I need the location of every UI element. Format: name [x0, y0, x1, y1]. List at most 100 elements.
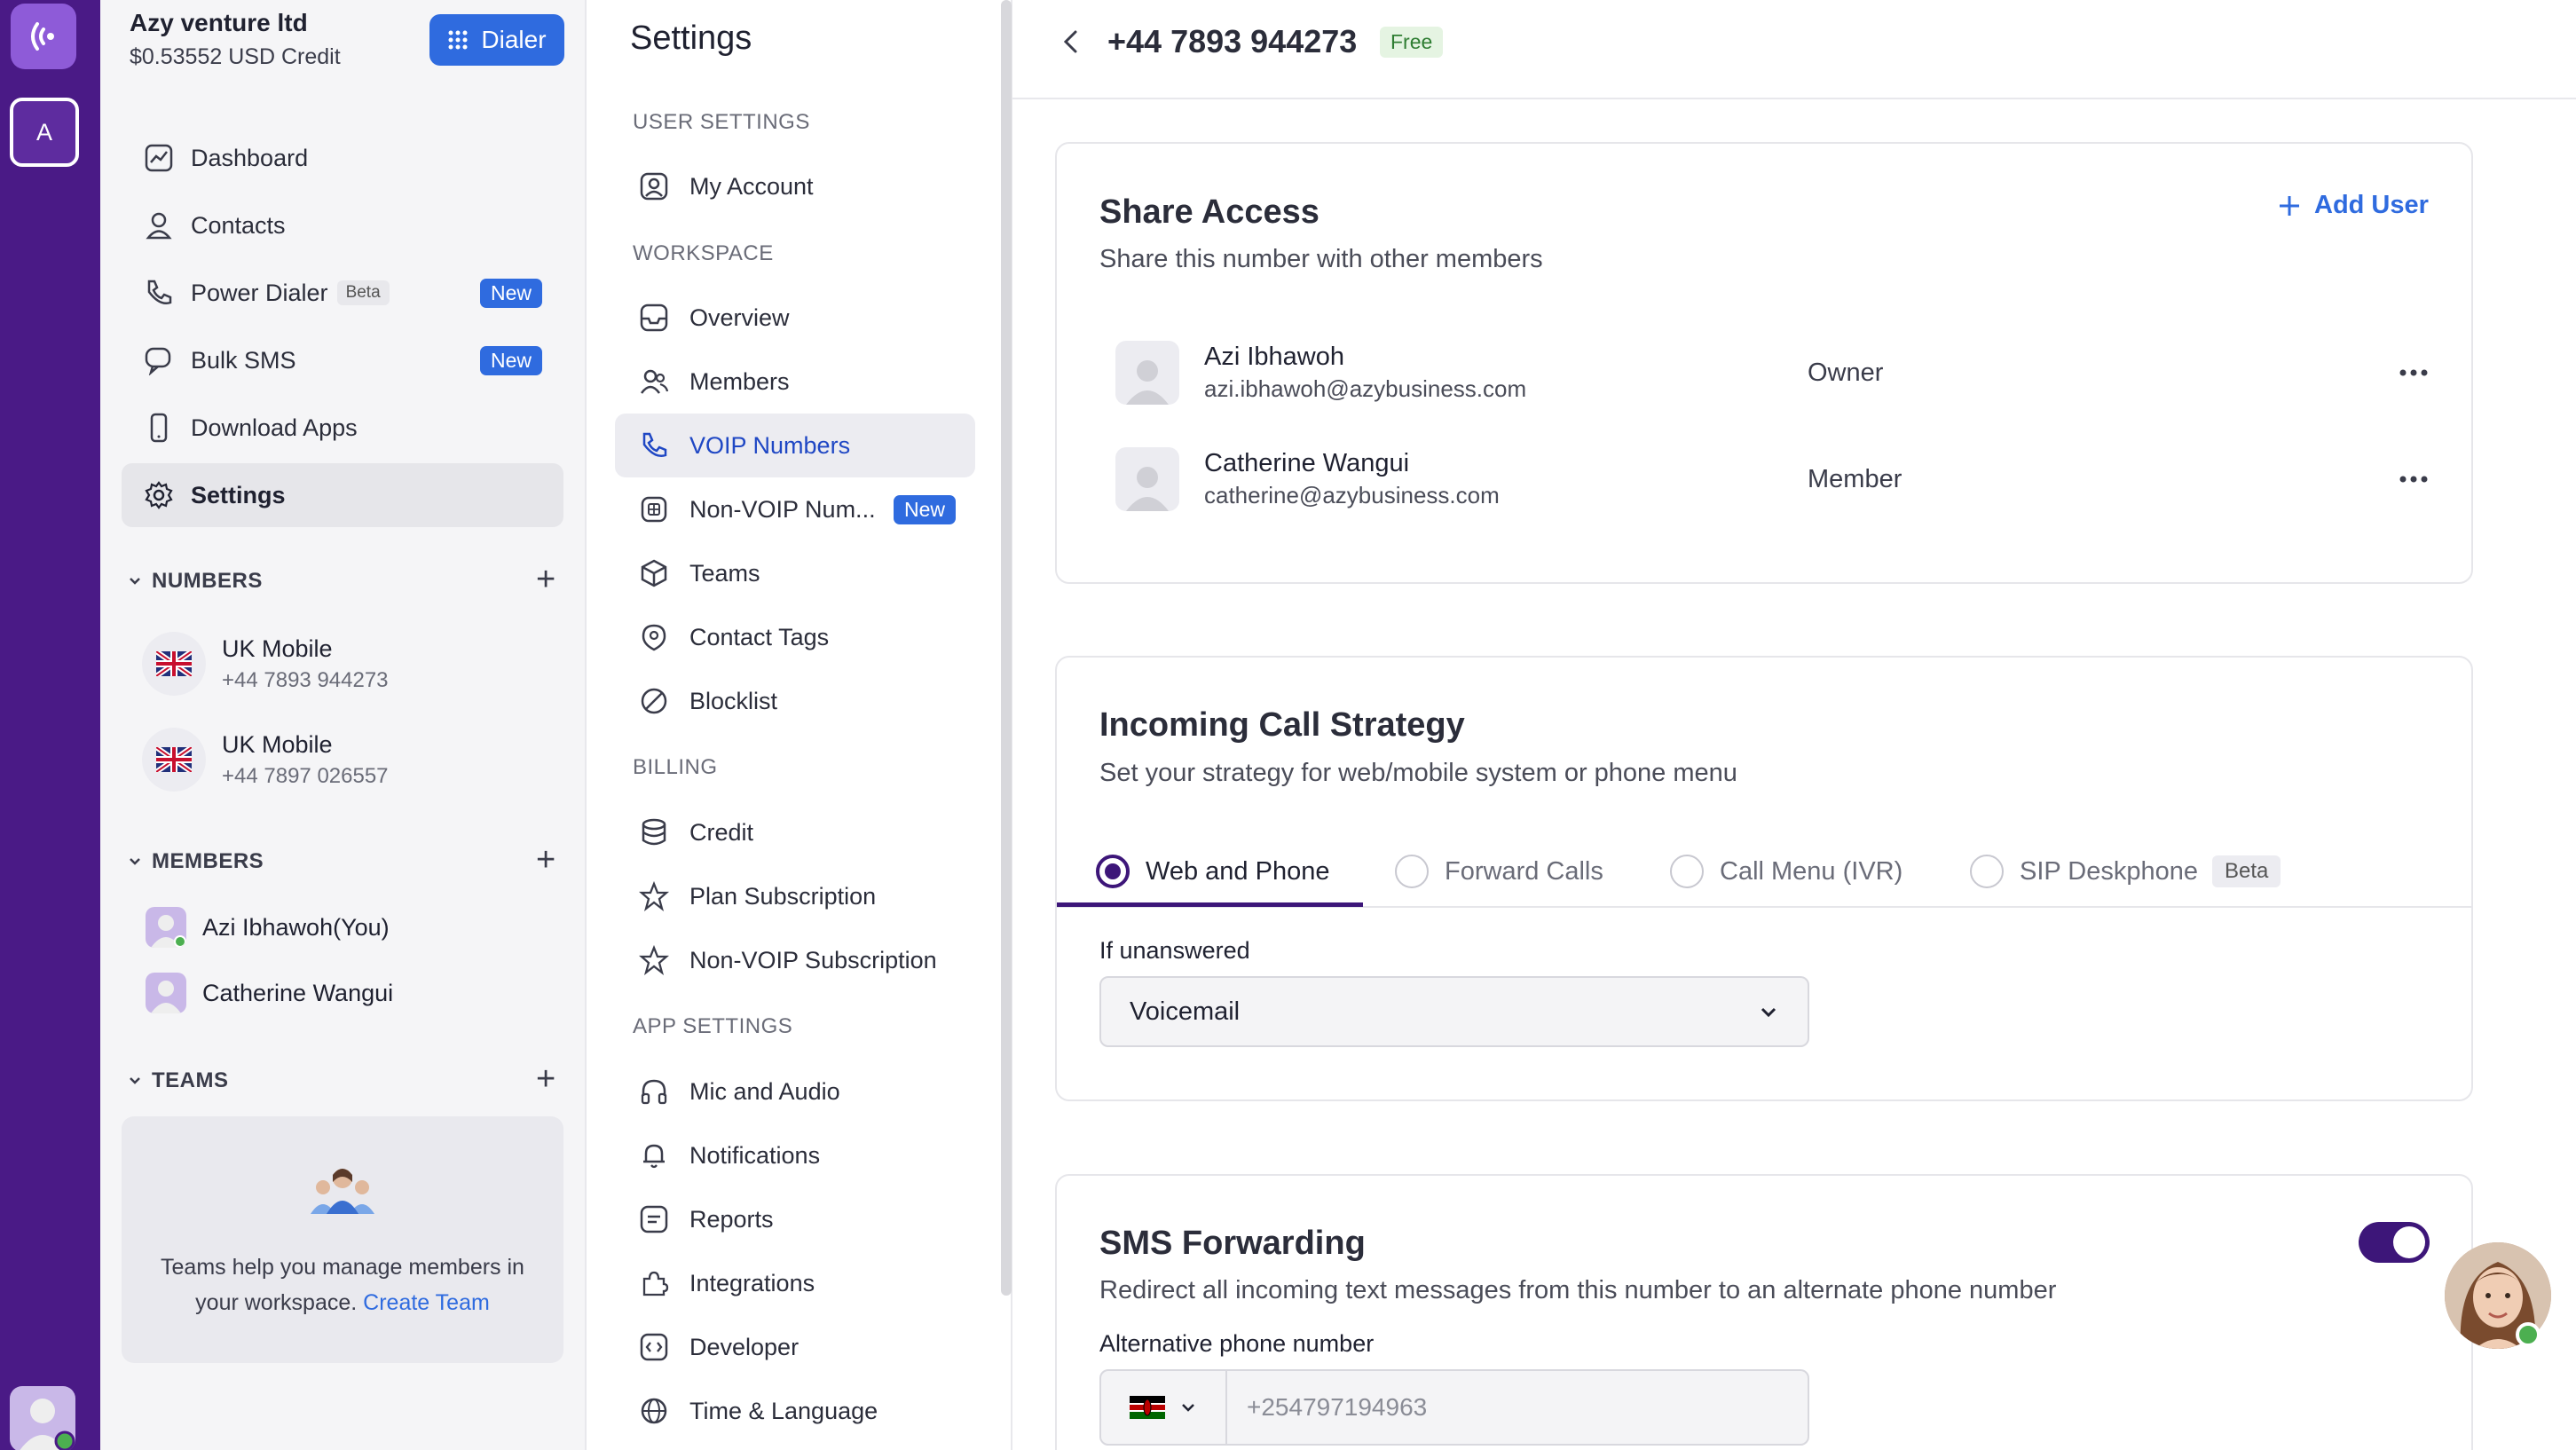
alt-phone-field[interactable]	[1227, 1371, 1808, 1444]
gear-icon	[143, 479, 175, 511]
settings-scrollbar[interactable]	[1001, 0, 1012, 1296]
uk-flag-icon	[142, 728, 206, 792]
number-title: UK Mobile	[222, 634, 333, 662]
nav-dashboard[interactable]: Dashboard	[122, 126, 563, 190]
settings-plan-subscription[interactable]: Plan Subscription	[615, 864, 975, 928]
shared-user-row: Catherine Wangui catherine@azybusiness.co…	[1115, 444, 2429, 515]
user-avatar[interactable]	[10, 1386, 75, 1450]
numbers-section-toggle[interactable]: NUMBERS	[127, 569, 263, 594]
app-logo[interactable]	[11, 4, 76, 69]
star-icon	[638, 944, 670, 976]
beta-badge: Beta	[2212, 855, 2281, 887]
nav-download-apps[interactable]: Download Apps	[122, 396, 563, 460]
country-code-select[interactable]	[1101, 1371, 1227, 1444]
members-section-toggle[interactable]: MEMBERS	[127, 849, 264, 874]
settings-contact-tags[interactable]: Contact Tags	[615, 605, 975, 669]
phone-number-title: +44 7893 944273	[1107, 23, 1358, 59]
add-number-button[interactable]: +	[536, 563, 555, 596]
settings-teams[interactable]: Teams	[615, 541, 975, 605]
settings-overview[interactable]: Overview	[615, 286, 975, 350]
settings-item-label: Time & Language	[689, 1397, 878, 1424]
tab-sip-deskphone[interactable]: SIP Deskphone Beta	[1970, 836, 2281, 907]
chevron-down-icon	[1182, 1404, 1194, 1412]
workspace-switcher[interactable]: A	[10, 98, 79, 167]
more-options-button[interactable]	[2399, 368, 2429, 377]
settings-item-label: Teams	[689, 559, 760, 587]
settings-item-label: Credit	[689, 818, 754, 846]
app-settings-heading: APP SETTINGS	[633, 1014, 793, 1038]
new-badge: New	[479, 278, 542, 308]
tab-web-and-phone[interactable]: Web and Phone	[1096, 836, 1329, 907]
new-badge: New	[479, 345, 542, 375]
settings-notifications[interactable]: Notifications	[615, 1123, 975, 1187]
billing-heading: BILLING	[633, 755, 718, 779]
settings-voip-numbers[interactable]: VOIP Numbers	[615, 414, 975, 477]
more-horizontal-icon	[2399, 369, 2428, 376]
member-item[interactable]: Catherine Wangui	[146, 970, 393, 1016]
settings-item-label: Mic and Audio	[689, 1077, 840, 1105]
settings-developer[interactable]: Developer	[615, 1315, 975, 1379]
settings-title: Settings	[630, 20, 752, 57]
unanswered-label: If unanswered	[1099, 937, 1250, 964]
add-member-button[interactable]: +	[536, 843, 555, 877]
new-badge: New	[893, 494, 956, 524]
tag-icon	[638, 621, 670, 653]
nav-label: Dashboard	[191, 144, 309, 171]
sms-forwarding-toggle[interactable]	[2359, 1222, 2430, 1263]
nav-power-dialer[interactable]: Power Dialer Beta New	[122, 261, 563, 325]
workspace-rail	[0, 0, 100, 1450]
nav-contacts[interactable]: Contacts	[122, 193, 563, 257]
nav-bulk-sms[interactable]: Bulk SMS New	[122, 328, 563, 392]
tab-call-menu[interactable]: Call Menu (IVR)	[1670, 836, 1902, 907]
code-icon	[638, 1331, 670, 1363]
member-item[interactable]: Azi Ibhawoh(You)	[146, 904, 390, 950]
settings-mic-audio[interactable]: Mic and Audio	[615, 1060, 975, 1123]
settings-reports[interactable]: Reports	[615, 1187, 975, 1251]
settings-blocklist[interactable]: Blocklist	[615, 669, 975, 733]
share-access-subtitle: Share this number with other members	[1099, 245, 1543, 273]
user-email: catherine@azybusiness.com	[1204, 482, 1500, 508]
database-icon	[638, 816, 670, 848]
dialer-button[interactable]: Dialer	[429, 14, 564, 66]
settings-item-label: Plan Subscription	[689, 882, 877, 910]
settings-item-label: Integrations	[689, 1269, 815, 1296]
select-value: Voicemail	[1130, 997, 1241, 1026]
nav-label: Power Dialer	[191, 279, 328, 306]
settings-item-label: Developer	[689, 1333, 800, 1360]
teams-section-toggle[interactable]: TEAMS	[127, 1068, 229, 1093]
unanswered-select[interactable]: Voicemail	[1099, 976, 1809, 1047]
tab-forward-calls[interactable]: Forward Calls	[1395, 836, 1603, 907]
settings-item-label: Blocklist	[689, 687, 778, 714]
settings-my-account[interactable]: My Account	[615, 154, 975, 218]
settings-time-language[interactable]: Time & Language	[615, 1379, 975, 1443]
create-team-link[interactable]: Create Team	[363, 1290, 490, 1315]
nav-settings[interactable]: Settings	[122, 463, 563, 527]
alt-phone-input-group	[1099, 1369, 1809, 1446]
settings-non-voip-subscription[interactable]: Non-VOIP Subscription	[615, 928, 975, 992]
keypad-icon	[448, 30, 468, 50]
share-access-title: Share Access	[1099, 193, 1320, 231]
plan-badge: Free	[1380, 27, 1444, 58]
teams-empty-text: Teams help you manage members in your wo…	[139, 1249, 546, 1320]
mobile-icon	[143, 412, 175, 444]
settings-non-voip-numbers[interactable]: Non-VOIP Num... New	[615, 477, 975, 541]
avatar	[1115, 447, 1179, 511]
settings-members[interactable]: Members	[615, 350, 975, 414]
tab-label: SIP Deskphone	[2020, 856, 2198, 886]
more-options-button[interactable]	[2399, 475, 2429, 484]
settings-integrations[interactable]: Integrations	[615, 1251, 975, 1315]
back-button[interactable]	[1058, 27, 1084, 57]
section-title: MEMBERS	[152, 849, 264, 873]
number-value: +44 7897 026557	[222, 763, 389, 788]
settings-item-label: Reports	[689, 1205, 774, 1233]
headphones-icon	[638, 1076, 670, 1107]
number-item[interactable]: UK Mobile +44 7893 944273	[142, 624, 559, 704]
kenya-flag-icon	[1130, 1396, 1165, 1419]
number-item[interactable]: UK Mobile +44 7897 026557	[142, 720, 559, 800]
member-name: Catherine Wangui	[202, 979, 394, 1006]
avatar	[146, 907, 186, 948]
add-user-button[interactable]: Add User	[2277, 191, 2429, 220]
settings-credit[interactable]: Credit	[615, 800, 975, 864]
inbox-icon	[638, 302, 670, 334]
add-team-button[interactable]: +	[536, 1062, 555, 1096]
